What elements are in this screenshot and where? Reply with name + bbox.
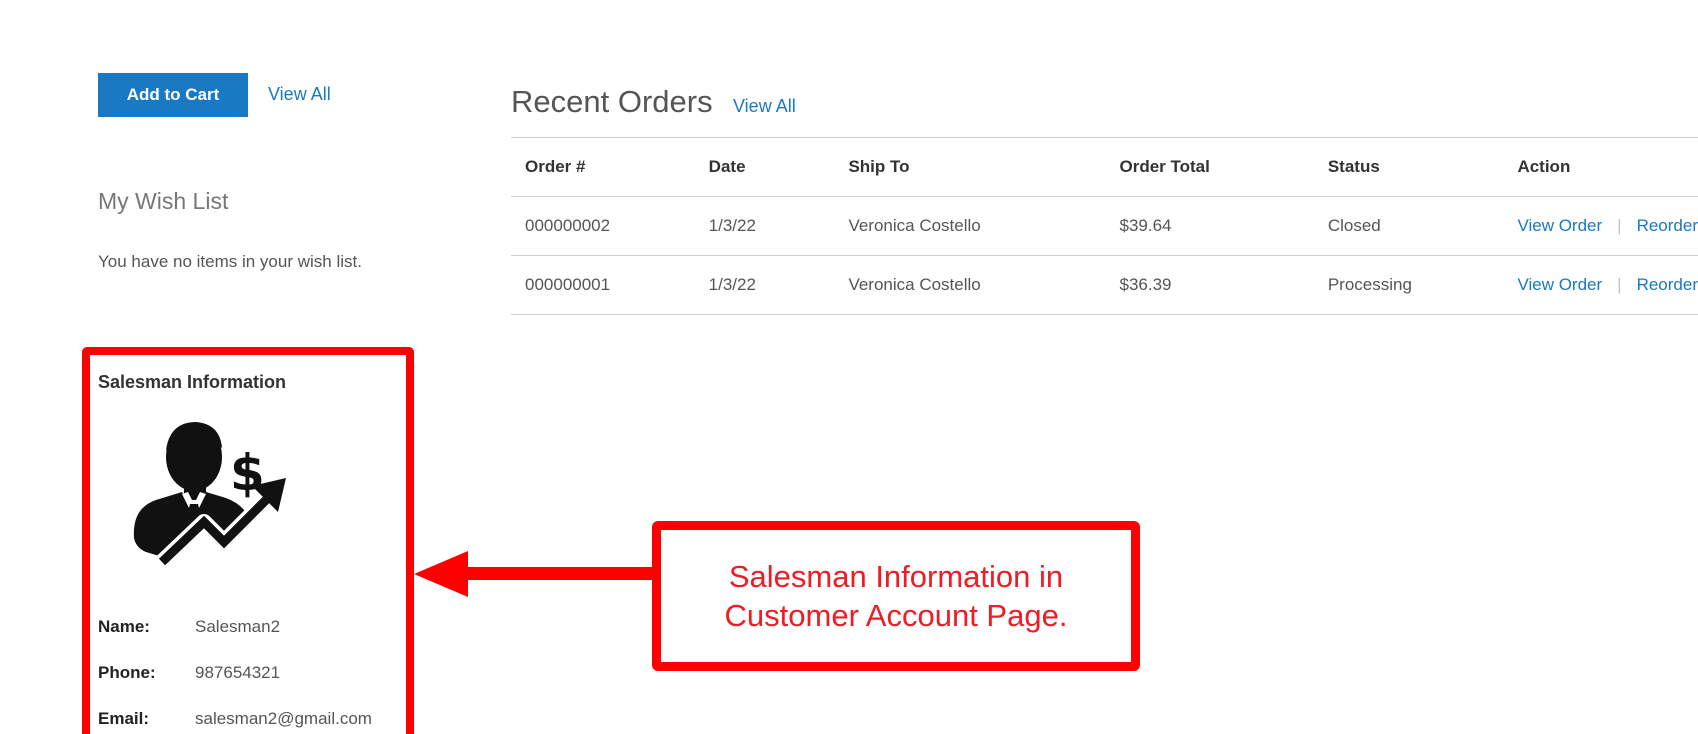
column-header-status: Status [1313, 137, 1504, 197]
order-number-cell: 000000001 [511, 255, 695, 315]
column-header-ship-to: Ship To [834, 137, 1106, 197]
reorder-link[interactable]: Reorder [1637, 275, 1698, 294]
salesman-phone-row: Phone: 987654321 [98, 663, 280, 683]
ship-to-cell: Veronica Costello [834, 255, 1106, 315]
order-date-cell: 1/3/22 [694, 196, 835, 256]
annotation-arrow-head [414, 551, 468, 597]
column-header-order-number: Order # [511, 137, 695, 197]
recent-orders-view-all-link[interactable]: View All [733, 96, 796, 117]
order-actions-cell: View Order | Reorder [1503, 255, 1698, 315]
column-header-date: Date [694, 137, 835, 197]
table-row: 000000002 1/3/22 Veronica Costello $39.6… [511, 196, 1698, 256]
annotation-line-2: Customer Account Page. [724, 598, 1068, 633]
account-dashboard: Add to Cart View All My Wish List You ha… [0, 0, 1698, 734]
ship-to-cell: Veronica Costello [834, 196, 1106, 256]
order-total-cell: $39.64 [1105, 196, 1314, 256]
salesman-email-value: salesman2@gmail.com [195, 709, 372, 728]
view-order-link[interactable]: View Order [1517, 275, 1602, 294]
wishlist-view-all-link[interactable]: View All [268, 84, 331, 105]
table-row: 000000001 1/3/22 Veronica Costello $36.3… [511, 255, 1698, 315]
order-status-cell: Closed [1313, 196, 1504, 256]
salesman-phone-label: Phone: [98, 663, 156, 682]
salesman-phone-value: 987654321 [195, 663, 281, 682]
action-separator: | [1617, 275, 1622, 294]
salesman-name-value: Salesman2 [195, 617, 281, 636]
column-header-action: Action [1503, 137, 1698, 197]
salesman-info-title: Salesman Information [98, 372, 287, 392]
wishlist-title: My Wish List [98, 188, 229, 214]
salesman-name-row: Name: Salesman2 [98, 617, 280, 637]
order-total-cell: $36.39 [1105, 255, 1314, 315]
salesman-name-label: Name: [98, 617, 150, 636]
recent-orders-table: Order # Date Ship To Order Total Status … [511, 137, 1698, 315]
salesman-email-row: Email: salesman2@gmail.com [98, 709, 372, 729]
annotation-line-1: Salesman Information in [728, 559, 1064, 594]
svg-text:$: $ [230, 444, 265, 502]
annotation-arrow-shaft [452, 567, 668, 580]
annotation-callout: Salesman Information in Customer Account… [652, 521, 1140, 671]
recent-orders-title: Recent Orders [511, 84, 713, 119]
table-header-row: Order # Date Ship To Order Total Status … [511, 137, 1698, 197]
action-separator: | [1617, 216, 1622, 235]
order-date-cell: 1/3/22 [694, 255, 835, 315]
reorder-link[interactable]: Reorder [1637, 216, 1698, 235]
wishlist-empty-message: You have no items in your wish list. [98, 252, 362, 271]
salesman-dollar-growth-icon: $ [133, 422, 286, 568]
add-to-cart-button[interactable]: Add to Cart [98, 73, 248, 117]
order-number-cell: 000000002 [511, 196, 695, 256]
salesman-email-label: Email: [98, 709, 150, 728]
view-order-link[interactable]: View Order [1517, 216, 1602, 235]
order-actions-cell: View Order | Reorder [1503, 196, 1698, 256]
order-status-cell: Processing [1313, 255, 1504, 315]
column-header-order-total: Order Total [1105, 137, 1314, 197]
